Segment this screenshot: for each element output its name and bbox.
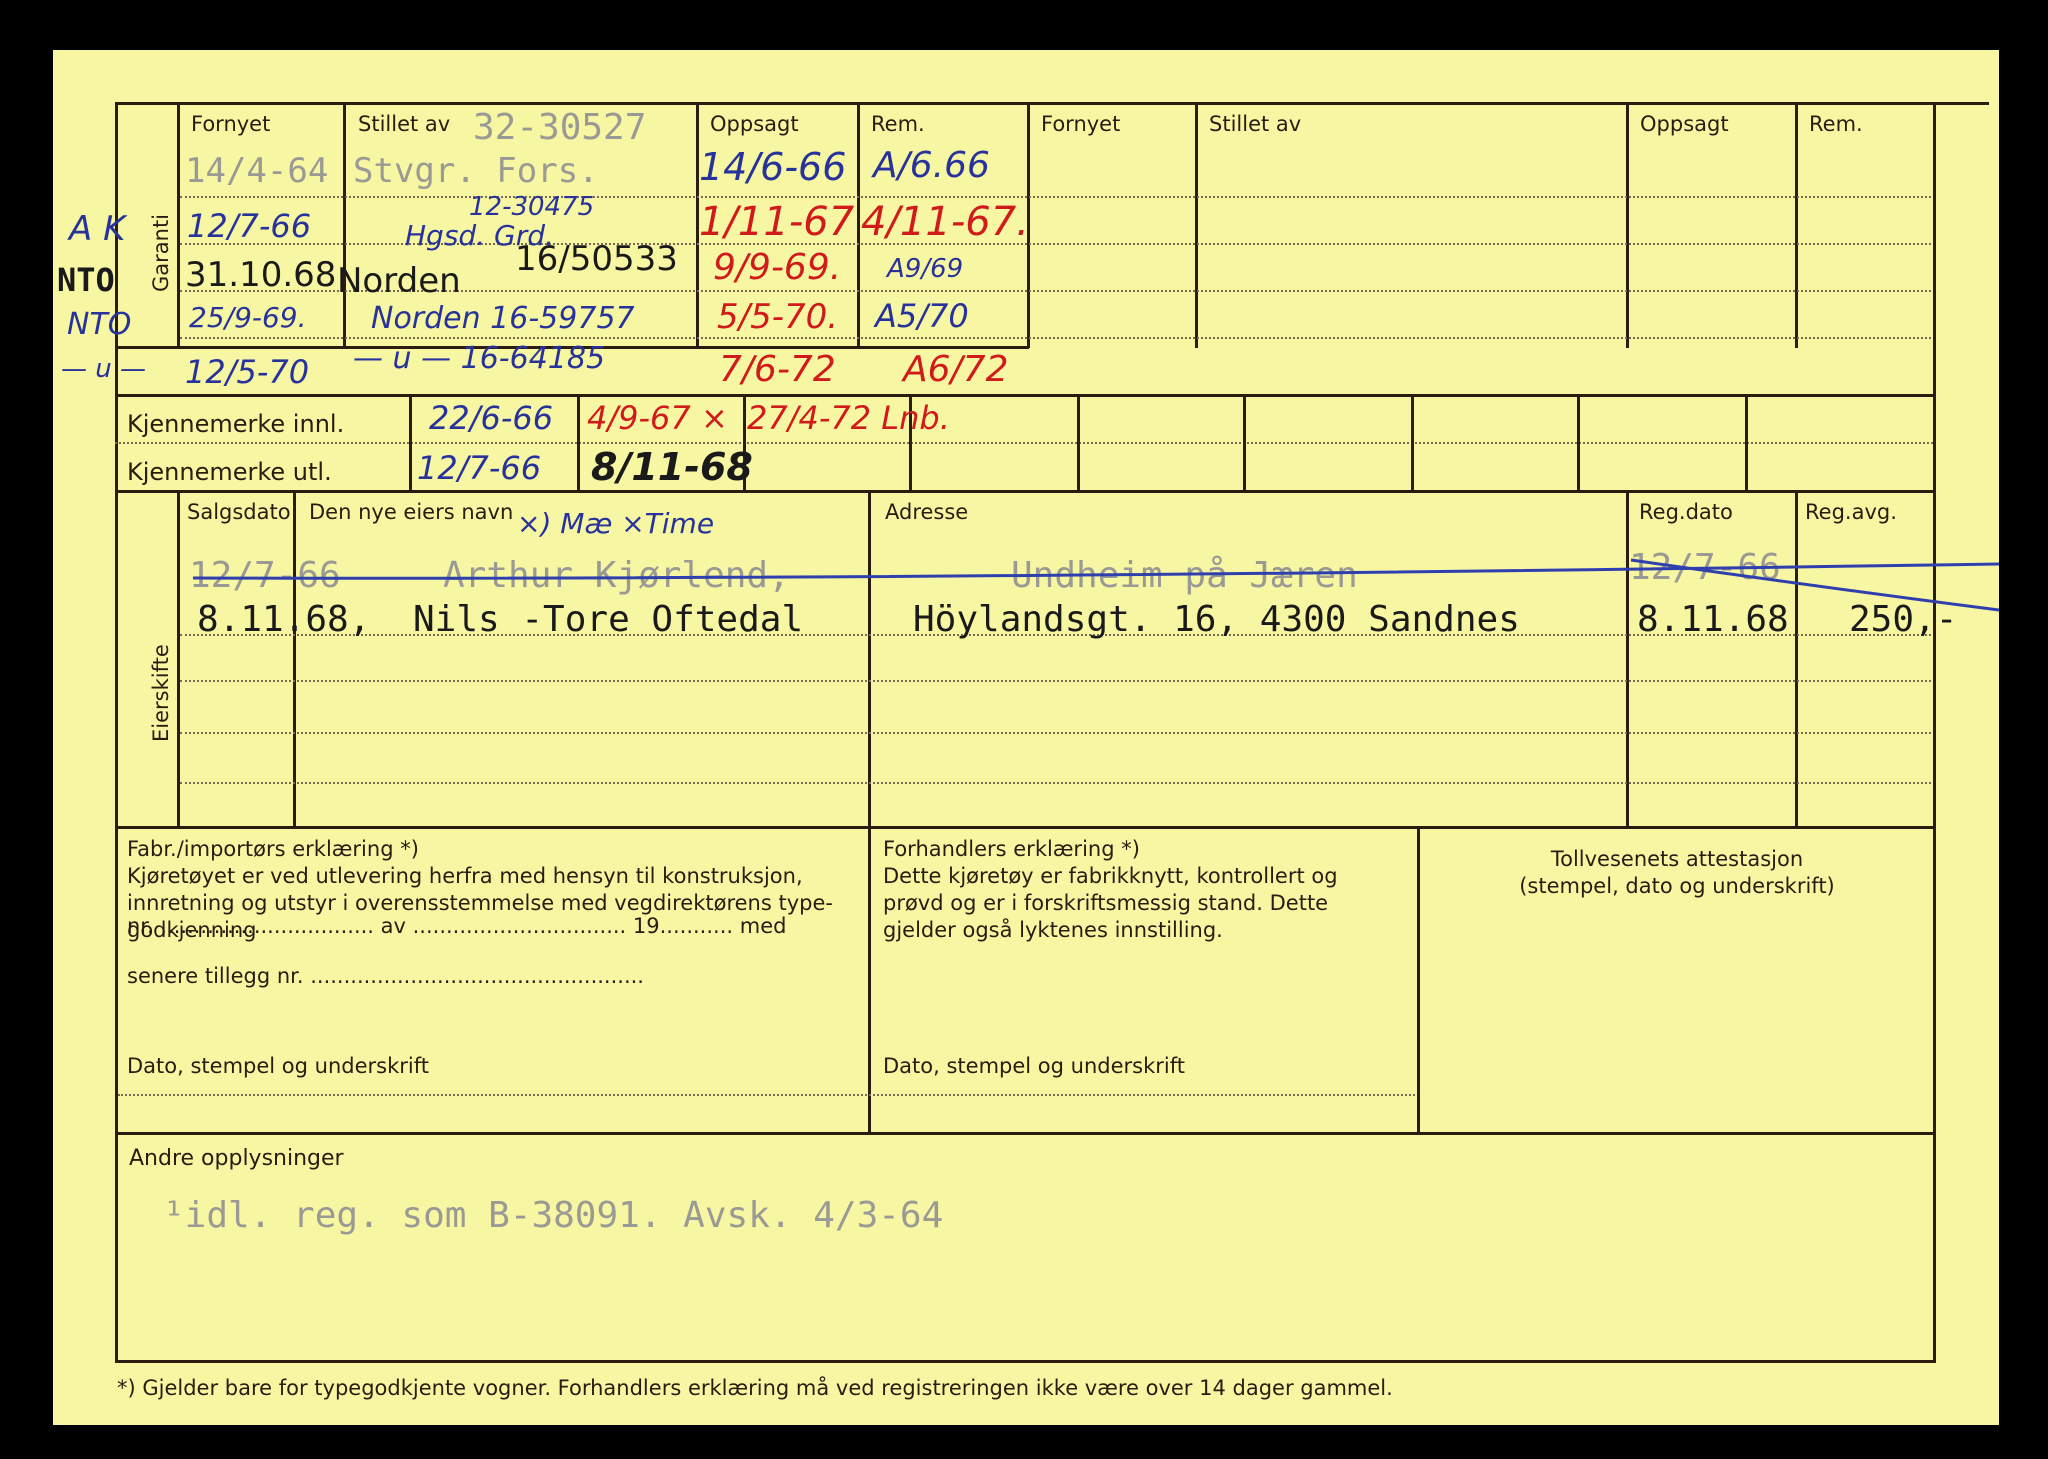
forhandler-declaration: Forhandlers erklæring *) Dette kjøretøy … (883, 836, 1393, 944)
registration-card: Fornyet Stillet av Oppsagt Rem. Fornyet … (53, 50, 1999, 1425)
owner2-salgsdato: 8.11.68, (197, 599, 371, 640)
owner2-adresse: Höylandsgt. 16, 4300 Sandnes (913, 599, 1520, 640)
forhandler-text: Dette kjøretøy er fabrikknytt, kontrolle… (883, 864, 1338, 942)
owner2-navn: Nils -Tore Oftedal (413, 599, 804, 640)
fabr-line1: nr. ................................ av … (127, 914, 787, 938)
toll-title: Tollvesenets attestasjon (1550, 847, 1804, 871)
fabr-title: Fabr./importørs erklæring *) (127, 837, 419, 861)
andre-label: Andre opplysninger (129, 1146, 344, 1171)
forhandler-title: Forhandlers erklæring *) (883, 837, 1140, 861)
owner2-reg-dato: 8.11.68 (1637, 599, 1789, 640)
fabr-sign: Dato, stempel og underskrift (127, 1054, 429, 1078)
footnote: *) Gjelder bare for typegodkjente vogner… (117, 1376, 1393, 1400)
toll-sub: (stempel, dato og underskrift) (1519, 874, 1835, 898)
toll-attestation: Tollvesenets attestasjon (stempel, dato … (1423, 846, 1931, 900)
forhandler-sign: Dato, stempel og underskrift (883, 1054, 1185, 1078)
fabr-line2: senere tillegg nr. .....................… (127, 964, 644, 988)
frame-bottom (115, 1360, 1936, 1363)
owner2-reg-avg: 250,- (1849, 599, 1958, 640)
strike-lines (192, 558, 1999, 612)
andre-text: ¹idl. reg. som B-38091. Avsk. 4/3-64 (163, 1195, 944, 1236)
